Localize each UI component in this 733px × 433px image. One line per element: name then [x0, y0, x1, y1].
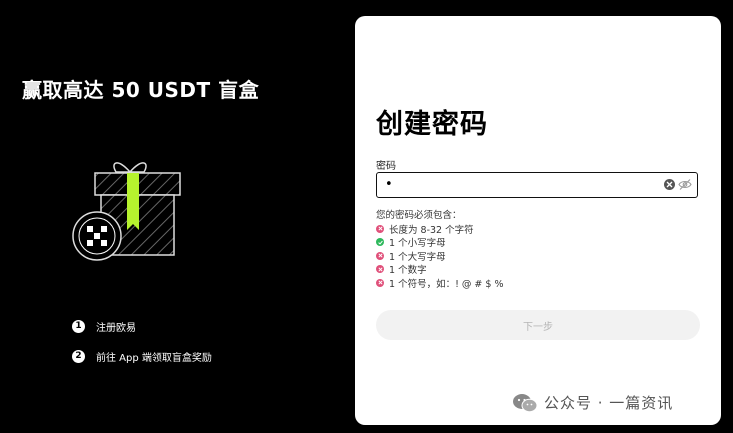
- step-number: 1: [72, 319, 85, 333]
- create-password-card: 创建密码 密码 • 您的密码必须包含： 长度为 8-32 个字符 1 个小写字母…: [355, 16, 721, 425]
- check-icon: [376, 238, 384, 247]
- next-button[interactable]: 下一步: [376, 310, 700, 340]
- fail-x-icon: [376, 278, 384, 287]
- eye-off-icon[interactable]: [678, 178, 692, 191]
- requirement-item: 1 个大写字母: [376, 249, 503, 263]
- clear-circle-icon[interactable]: [664, 179, 675, 190]
- step-label: 前往 App 端领取盲盒奖励: [96, 352, 212, 364]
- requirement-text: 1 个数字: [389, 265, 427, 277]
- step-item: 1 注册欧易: [72, 318, 212, 334]
- fail-x-icon: [376, 224, 384, 233]
- requirements-title: 您的密码必须包含：: [376, 210, 462, 221]
- requirement-text: 长度为 8-32 个字符: [389, 224, 474, 236]
- requirements-list: 长度为 8-32 个字符 1 个小写字母 1 个大写字母 1 个数字 1 个符号…: [376, 222, 503, 290]
- requirement-text: 1 个符号，如：! @ # $ %: [389, 278, 504, 290]
- requirement-item: 1 个数字: [376, 263, 503, 277]
- requirement-text: 1 个大写字母: [389, 251, 446, 263]
- step-item: 2 前往 App 端领取盲盒奖励: [72, 348, 212, 364]
- requirement-item: 1 个符号，如：! @ # $ %: [376, 276, 503, 290]
- page-title: 创建密码: [376, 109, 488, 140]
- step-number: 2: [72, 349, 85, 363]
- promo-title: 赢取高达 50 USDT 盲盒: [22, 78, 260, 102]
- password-value: •: [385, 177, 393, 192]
- watermark: 公众号 · 一篇资讯: [512, 392, 673, 413]
- requirement-item: 长度为 8-32 个字符: [376, 222, 503, 236]
- password-label: 密码: [376, 161, 396, 172]
- fail-x-icon: [376, 251, 384, 260]
- promo-steps: 1 注册欧易 2 前往 App 端领取盲盒奖励: [72, 318, 212, 378]
- wechat-logo-icon: [513, 393, 538, 412]
- requirement-item: 1 个小写字母: [376, 236, 503, 250]
- gift-box-icon: [72, 162, 181, 261]
- watermark-text: 公众号 · 一篇资讯: [544, 394, 674, 412]
- page: 赢取高达 50 USDT 盲盒 1 注册欧易 2 前往 App 端领取盲盒奖励 …: [0, 0, 733, 433]
- step-label: 注册欧易: [96, 322, 136, 334]
- requirement-text: 1 个小写字母: [389, 238, 446, 250]
- fail-x-icon: [376, 265, 384, 274]
- password-input[interactable]: •: [376, 172, 698, 198]
